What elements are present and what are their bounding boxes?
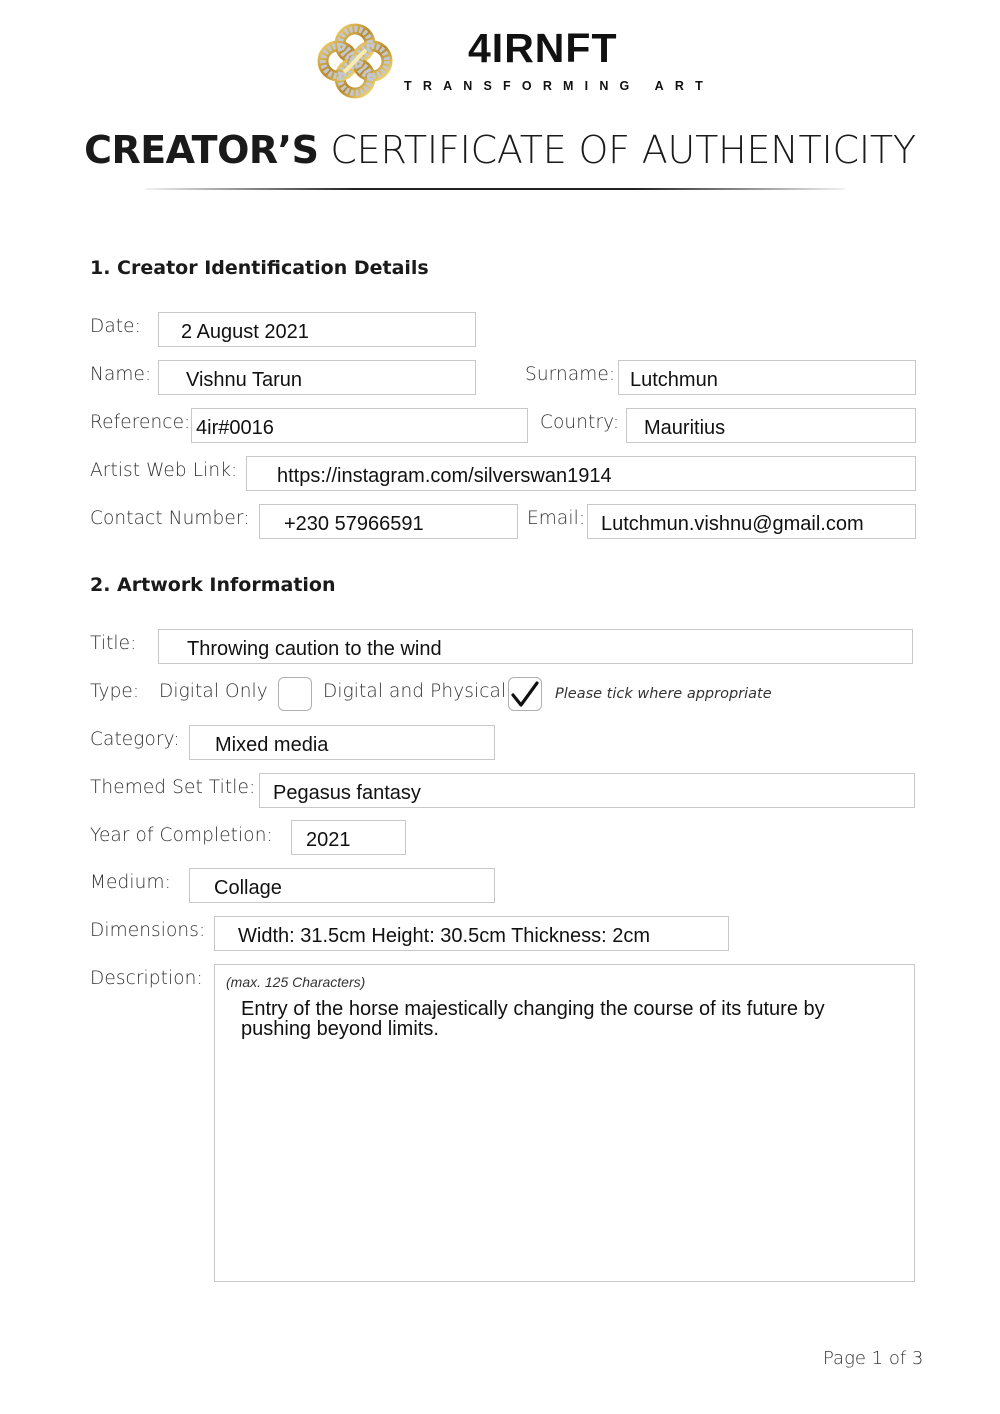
category-field[interactable]: Mixed media — [189, 725, 495, 760]
contact-number-field[interactable]: +230 57966591 — [259, 504, 518, 539]
web-link-label: Artist Web Link: — [90, 460, 238, 481]
description-field[interactable]: (max. 125 Characters) Entry of the horse… — [214, 964, 915, 1282]
brand-tagline: TRANSFORMING ART — [404, 79, 714, 93]
page-title-light: CERTIFICATE OF AUTHENTICITY — [318, 128, 916, 172]
year-field[interactable]: 2021 — [291, 820, 406, 855]
brand-name: 4IRNFT — [468, 25, 618, 71]
name-field[interactable]: Vishnu Tarun — [158, 360, 476, 395]
country-value: Mauritius — [644, 417, 726, 439]
dimensions-value: Width: 31.5cm Height: 30.5cm Thickness: … — [238, 925, 651, 947]
email-label: Email: — [527, 508, 586, 529]
description-value: Entry of the horse majestically changing… — [241, 998, 825, 1040]
contact-number-value: +230 57966591 — [284, 513, 424, 535]
page-title: CREATOR’S CERTIFICATE OF AUTHENTICITY — [0, 128, 1000, 172]
description-hint: (max. 125 Characters) — [226, 974, 366, 990]
reference-value: 4ir#0016 — [196, 417, 274, 439]
type-hint: Please tick where appropriate — [555, 686, 772, 702]
medium-value: Collage — [214, 877, 282, 899]
reference-label: Reference: — [90, 412, 191, 433]
artwork-title-field[interactable]: Throwing caution to the wind — [158, 629, 913, 664]
artwork-title-value: Throwing caution to the wind — [187, 638, 442, 660]
web-link-value: https://instagram.com/silverswan1914 — [277, 465, 612, 487]
medium-field[interactable]: Collage — [189, 868, 495, 903]
email-value: Lutchmun.vishnu@gmail.com — [601, 513, 864, 535]
dimensions-field[interactable]: Width: 31.5cm Height: 30.5cm Thickness: … — [214, 916, 729, 951]
contact-number-label: Contact Number: — [90, 508, 250, 529]
digital-physical-checkbox[interactable] — [508, 677, 542, 711]
medium-label: Medium: — [90, 872, 171, 893]
country-label: Country: — [540, 412, 620, 433]
logo-icon — [316, 22, 394, 100]
name-label: Name: — [90, 364, 152, 385]
year-label: Year of Completion: — [90, 825, 273, 846]
date-value: 2 August 2021 — [181, 321, 309, 343]
themed-set-label: Themed Set Title: — [90, 777, 256, 798]
web-link-field[interactable]: https://instagram.com/silverswan1914 — [246, 456, 916, 491]
themed-set-value: Pegasus fantasy — [273, 782, 421, 804]
date-field[interactable]: 2 August 2021 — [158, 312, 476, 347]
date-label: Date: — [90, 316, 141, 337]
email-field[interactable]: Lutchmun.vishnu@gmail.com — [587, 504, 916, 539]
title-divider — [145, 188, 845, 190]
dimensions-label: Dimensions: — [90, 920, 206, 941]
type-option-digital-physical-label: Digital and Physical — [323, 681, 507, 702]
surname-value: Lutchmun — [630, 369, 718, 391]
digital-only-checkbox[interactable] — [278, 677, 312, 711]
page-title-bold: CREATOR’S — [84, 128, 319, 172]
type-option-digital-only-label: Digital Only — [159, 681, 268, 702]
surname-field[interactable]: Lutchmun — [618, 360, 916, 395]
name-value: Vishnu Tarun — [186, 369, 303, 391]
title-label: Title: — [90, 633, 137, 654]
checkmark-icon — [511, 681, 539, 707]
section-heading-creator: 1. Creator Identification Details — [90, 257, 429, 279]
section-heading-artwork: 2. Artwork Information — [90, 574, 336, 596]
surname-label: Surname: — [525, 364, 616, 385]
country-field[interactable]: Mauritius — [626, 408, 916, 443]
page-number: Page 1 of 3 — [823, 1348, 924, 1369]
year-value: 2021 — [306, 829, 351, 851]
type-label: Type: — [90, 681, 140, 702]
themed-set-field[interactable]: Pegasus fantasy — [259, 773, 915, 808]
description-label: Description: — [90, 968, 203, 989]
category-value: Mixed media — [215, 734, 329, 756]
category-label: Category: — [90, 729, 180, 750]
reference-field[interactable]: 4ir#0016 — [191, 408, 528, 443]
